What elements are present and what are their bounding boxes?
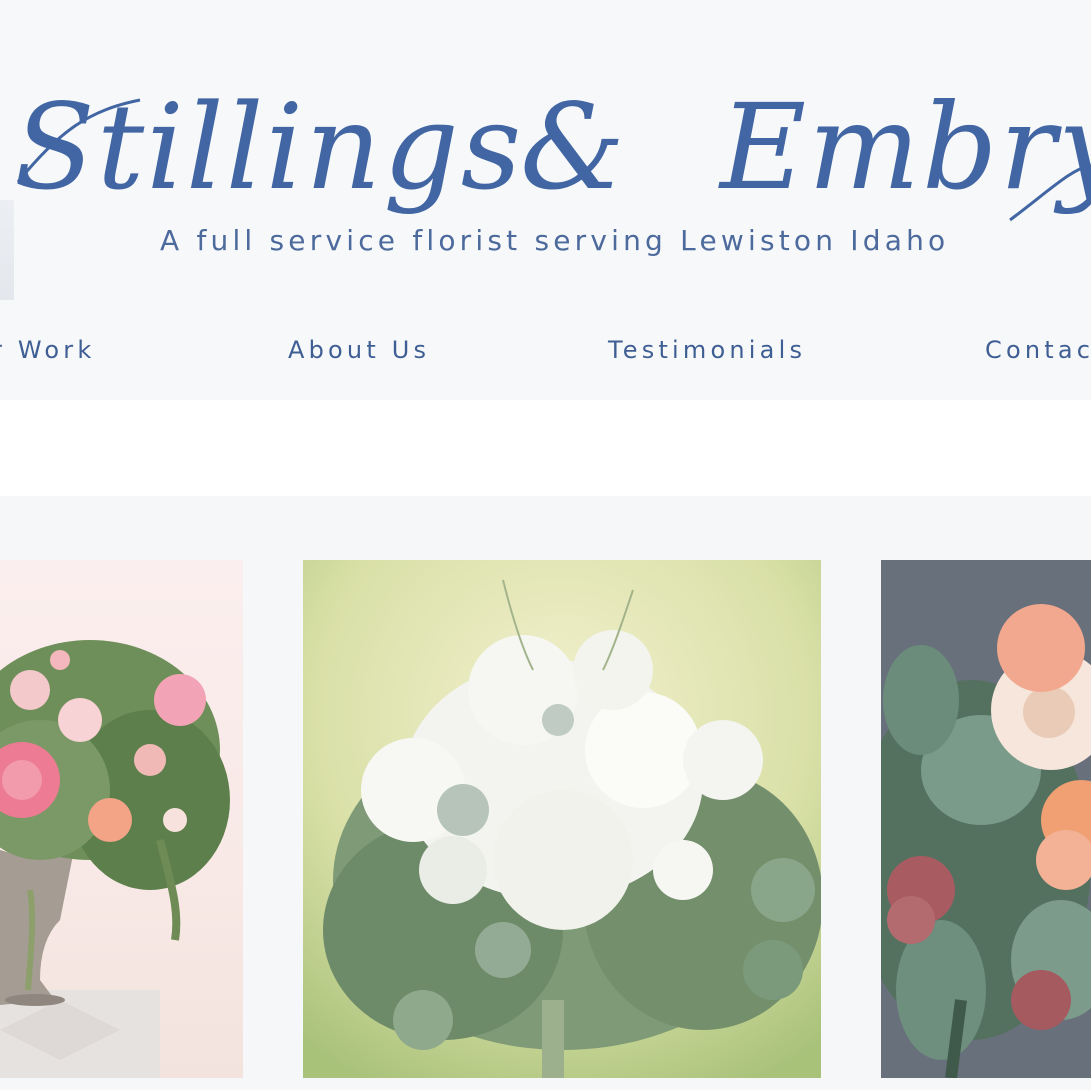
nav-item-testimonials[interactable]: Testimonials: [608, 336, 806, 364]
header-banner: Stillings & Embry A full service florist…: [0, 0, 1091, 300]
page: Stillings & Embry A full service florist…: [0, 0, 1091, 1090]
nav-item-our-work[interactable]: r Work: [0, 336, 95, 364]
gallery-strip: [0, 496, 1091, 1090]
svg-text:&: &: [520, 78, 625, 216]
svg-text:Embry: Embry: [718, 78, 1091, 216]
nav-item-about-us[interactable]: About Us: [288, 336, 430, 364]
brand-logo[interactable]: Stillings & Embry: [0, 70, 1091, 240]
nav-item-contact[interactable]: Contac: [985, 336, 1091, 364]
gallery-photo-peach-bouquet[interactable]: [881, 560, 1091, 1078]
main-nav: r Work About Us Testimonials Contac: [0, 300, 1091, 400]
gallery-photo-pink-centerpiece[interactable]: [0, 560, 243, 1078]
gallery-photo-white-bouquet[interactable]: [303, 560, 821, 1078]
tagline: A full service florist serving Lewiston …: [160, 224, 950, 257]
svg-text:Stillings: Stillings: [14, 78, 523, 216]
